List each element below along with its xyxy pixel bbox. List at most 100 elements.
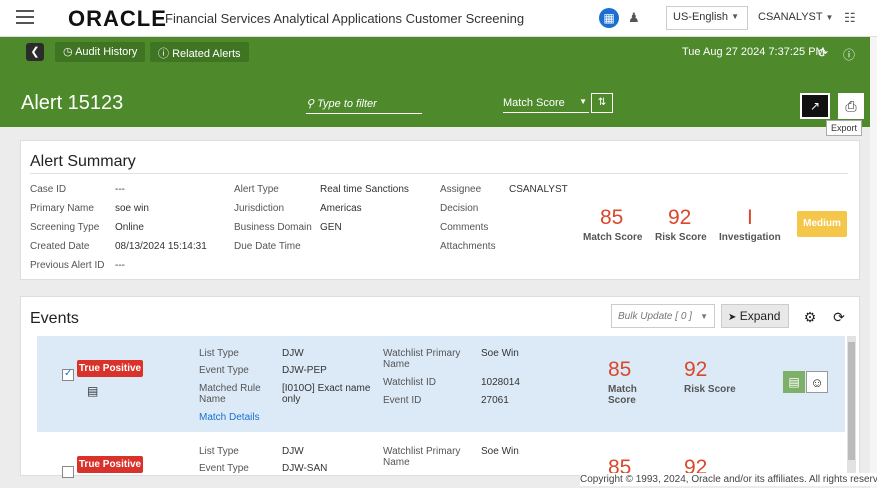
matched-rule-label: Matched Rule Name [199, 383, 261, 405]
list-type-value: DJW [282, 348, 304, 359]
refresh-icon[interactable]: ⟳ [818, 46, 828, 60]
watchlist-primary-value: Soe Win [481, 348, 519, 359]
watchlist-primary-value: Soe Win [481, 446, 519, 457]
match-score-label: Match Score [583, 232, 643, 243]
list-type-label: List Type [199, 446, 239, 457]
case-id-label: Case ID [30, 184, 67, 195]
true-positive-badge[interactable]: True Positive [77, 456, 143, 473]
event-risk-score: 92 [684, 358, 708, 381]
check-icon: ✓ [64, 368, 73, 379]
audit-history-label: Audit History [75, 46, 138, 58]
alert-title: Alert 15123 [21, 92, 124, 114]
page-scrollbar[interactable] [870, 37, 877, 488]
related-alerts-button[interactable]: ⓘ Related Alerts [150, 42, 249, 62]
matched-rule-value: [I010O] Exact name only [282, 383, 371, 405]
language-value: US-English [673, 11, 729, 23]
events-title: Events [30, 310, 79, 327]
user-menu[interactable]: CSANALYST ▼ [758, 11, 833, 23]
match-score-value: 85 [600, 206, 624, 229]
related-alerts-label: Related Alerts [172, 48, 241, 60]
sort-by-select[interactable]: Match Score ▼ [503, 97, 589, 113]
back-button[interactable]: ❮ [26, 43, 44, 61]
event-id-value: 27061 [481, 395, 509, 406]
bulk-settings-icon[interactable]: ⚙ [797, 306, 823, 328]
org-chart-icon[interactable]: ☷ [844, 10, 856, 26]
caret-down-icon: ▼ [579, 97, 587, 106]
true-positive-badge[interactable]: True Positive [77, 360, 143, 377]
row-checkbox[interactable]: ✓ [62, 368, 74, 381]
investigation-value: I [747, 206, 753, 229]
filter-placeholder: Type to filter [317, 98, 377, 110]
alert-type-label: Alert Type [234, 184, 279, 195]
copyright-footer: Copyright © 1993, 2024, Oracle and/or it… [580, 473, 877, 486]
watchlist-primary-label: Watchlist Primary Name [383, 348, 461, 370]
due-date-label: Due Date Time [234, 241, 301, 252]
sync-icon[interactable]: ⟳ [826, 306, 852, 328]
export-icon: ↗ [809, 99, 821, 113]
chevron-down-icon: ▼ [731, 12, 739, 21]
jurisdiction-label: Jurisdiction [234, 203, 285, 214]
filter-input[interactable]: ⚲ Type to filter [306, 97, 422, 114]
sort-order-icon[interactable]: ⇅ [591, 93, 613, 113]
assignee-value: CSANALYST [509, 184, 568, 195]
event-type-value: DJW-SAN [282, 463, 328, 474]
event-id-label: Event ID [383, 395, 422, 406]
clock-icon: ◷ [63, 46, 73, 58]
list-type-label: List Type [199, 348, 239, 359]
case-id-value: --- [115, 184, 125, 195]
bulk-update-select[interactable]: Bulk Update [ 0 ] ▼ [611, 304, 715, 328]
app-title: Financial Services Analytical Applicatio… [165, 11, 525, 26]
created-date-label: Created Date [30, 241, 90, 252]
events-scrollbar-thumb[interactable] [848, 342, 855, 460]
person-icon[interactable]: ♟ [628, 10, 640, 26]
oracle-logo: ORACLE [68, 6, 167, 31]
hamburger-menu-icon[interactable] [16, 10, 34, 24]
watchlist-id-value: 1028014 [481, 377, 520, 388]
printer-icon: ⎙ [845, 98, 857, 114]
alert-type-value: Real time Sanctions [320, 184, 409, 195]
alert-summary-title: Alert Summary [30, 153, 136, 170]
screening-type-value: Online [115, 222, 144, 233]
caret-down-icon: ▼ [700, 312, 708, 321]
investigation-label: Investigation [719, 232, 781, 243]
priority-badge: Medium [797, 211, 847, 237]
event-type-label: Event Type [199, 365, 249, 376]
list-type-value: DJW [282, 446, 304, 457]
event-match-score: 85 [608, 358, 632, 381]
risk-score-value: 92 [668, 206, 692, 229]
comment-icon[interactable]: ▤ [87, 384, 98, 398]
smiley-icon[interactable]: ☺ [806, 371, 828, 393]
previous-alert-value: --- [115, 260, 125, 271]
apps-grid-icon[interactable]: ▦ [599, 8, 619, 28]
sort-by-value: Match Score [503, 97, 565, 109]
expand-button[interactable]: ➤ Expand [721, 304, 789, 328]
chevron-right-icon: ➤ [728, 312, 737, 323]
divider [30, 173, 848, 174]
chevron-down-icon: ▼ [825, 13, 834, 22]
search-icon: ⚲ [306, 98, 315, 110]
match-details-link[interactable]: Match Details [199, 412, 260, 423]
row-checkbox[interactable] [62, 466, 74, 478]
primary-name-label: Primary Name [30, 203, 94, 214]
attachments-label: Attachments [440, 241, 496, 252]
previous-alert-label: Previous Alert ID [30, 260, 105, 271]
event-type-label: Event Type [199, 463, 249, 474]
export-button[interactable]: ↗ [800, 93, 830, 119]
event-risk-score-label: Risk Score [684, 384, 736, 395]
expand-label: Expand [739, 309, 781, 323]
export-tooltip: Export [826, 120, 863, 136]
created-date-value: 08/13/2024 15:14:31 [115, 241, 207, 252]
language-select[interactable]: US-English ▼ [666, 6, 748, 30]
event-match-score-label: Match Score [608, 384, 637, 406]
print-button[interactable]: ⎙ [838, 93, 864, 119]
document-icon[interactable]: ▤ [783, 371, 805, 393]
decision-label: Decision [440, 203, 479, 214]
business-domain-value: GEN [320, 222, 342, 233]
help-icon[interactable]: ⓘ [843, 46, 855, 63]
audit-history-button[interactable]: ◷ Audit History [55, 42, 146, 62]
event-type-value: DJW-PEP [282, 365, 327, 376]
business-domain-label: Business Domain [234, 222, 312, 233]
jurisdiction-value: Americas [320, 203, 362, 214]
watchlist-id-label: Watchlist ID [383, 377, 436, 388]
primary-name-value: soe win [115, 203, 149, 214]
